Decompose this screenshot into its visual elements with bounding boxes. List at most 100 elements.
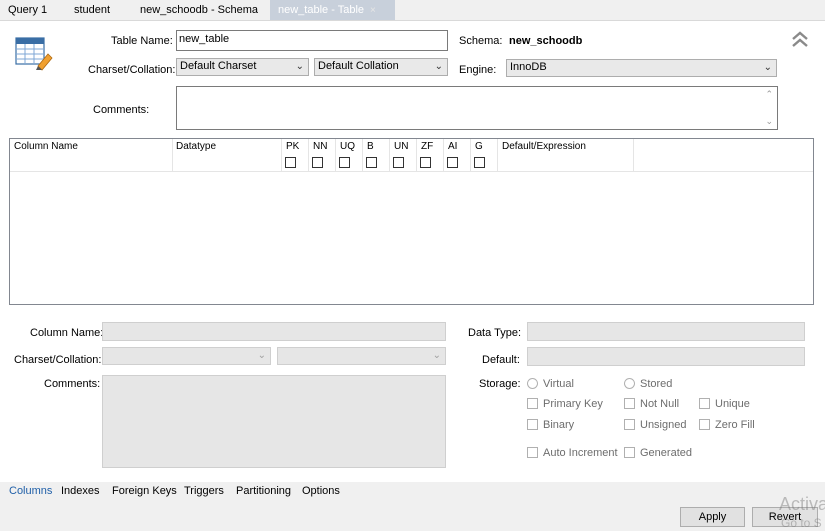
collation-select[interactable]: Default Collation ⌄ (314, 58, 448, 76)
charset-select[interactable]: Default Charset ⌄ (176, 58, 309, 76)
charset-collation-label: Charset/Collation: (88, 64, 176, 76)
col-header-uq[interactable]: UQ (340, 141, 355, 152)
col-separator[interactable] (362, 139, 363, 171)
table-name-input[interactable]: new_table (176, 30, 448, 51)
ai-all-checkbox[interactable] (447, 157, 458, 168)
col-separator[interactable] (633, 139, 634, 171)
zero-fill-label: Zero Fill (715, 419, 755, 431)
detail-data-type-input[interactable] (527, 322, 805, 341)
detail-charset-select[interactable]: ⌄ (102, 347, 271, 365)
schema-label: Schema: (459, 35, 503, 47)
col-header-zf[interactable]: ZF (421, 141, 433, 152)
engine-label: Engine: (459, 64, 497, 76)
tab-student[interactable]: student (66, 0, 118, 20)
col-header-b[interactable]: B (367, 141, 374, 152)
tab-schema[interactable]: new_schoodb - Schema (132, 0, 266, 20)
not-null-checkbox[interactable] (624, 398, 635, 409)
watermark-line2: Go to S (781, 516, 822, 530)
col-header-pk[interactable]: PK (286, 141, 299, 152)
col-header-nn[interactable]: NN (313, 141, 327, 152)
tab-label: new_table - Table (278, 4, 365, 16)
tab-indexes[interactable]: Indexes (61, 485, 100, 497)
detail-comments-textarea[interactable] (102, 375, 446, 468)
auto-increment-label: Auto Increment (543, 447, 618, 459)
detail-charset-label: Charset/Collation: (14, 354, 102, 366)
tab-columns[interactable]: Columns (9, 485, 52, 497)
col-header-name[interactable]: Column Name (14, 141, 78, 152)
col-header-un[interactable]: UN (394, 141, 408, 152)
columns-grid[interactable]: Column Name Datatype PK NN UQ B UN ZF AI… (9, 138, 814, 305)
table-name-value: new_table (179, 33, 230, 45)
stored-radio[interactable] (624, 378, 635, 389)
binary-label: Binary (543, 419, 575, 431)
watermark-line1: Activa (779, 494, 825, 514)
col-separator[interactable] (308, 139, 309, 171)
detail-default-label: Default: (482, 354, 520, 366)
tab-label: student (74, 4, 111, 16)
col-header-ai[interactable]: AI (448, 141, 457, 152)
detail-default-input[interactable] (527, 347, 805, 366)
unique-checkbox[interactable] (699, 398, 710, 409)
tab-new-table[interactable]: new_table - Table × (270, 0, 395, 20)
tab-label: new_schoodb - Schema (140, 4, 259, 16)
generated-label: Generated (640, 447, 692, 459)
editor-tab-bar: Query 1 student new_schoodb - Schema new… (0, 0, 825, 21)
pk-all-checkbox[interactable] (285, 157, 296, 168)
col-separator[interactable] (335, 139, 336, 171)
col-header-g[interactable]: G (475, 141, 483, 152)
uq-all-checkbox[interactable] (339, 157, 350, 168)
g-all-checkbox[interactable] (474, 157, 485, 168)
unsigned-label: Unsigned (640, 419, 687, 431)
tab-close-icon[interactable]: × (370, 5, 376, 16)
virtual-label: Virtual (543, 378, 574, 390)
table-editor-icon (14, 36, 54, 72)
engine-select[interactable]: InnoDB ⌄ (506, 59, 777, 77)
b-all-checkbox[interactable] (366, 157, 377, 168)
col-separator[interactable] (497, 139, 498, 171)
generated-checkbox[interactable] (624, 447, 635, 458)
col-separator[interactable] (389, 139, 390, 171)
tab-triggers[interactable]: Triggers (184, 485, 224, 497)
virtual-radio[interactable] (527, 378, 538, 389)
col-separator[interactable] (281, 139, 282, 171)
collapse-up-icon[interactable] (791, 30, 809, 48)
auto-increment-checkbox[interactable] (527, 447, 538, 458)
grid-header: Column Name Datatype PK NN UQ B UN ZF AI… (10, 139, 813, 172)
col-header-default[interactable]: Default/Expression (502, 141, 586, 152)
comments-label: Comments: (93, 104, 150, 116)
tab-label: Query 1 (8, 4, 48, 16)
unsigned-checkbox[interactable] (624, 419, 635, 430)
col-separator[interactable] (416, 139, 417, 171)
detail-column-name-input[interactable] (102, 322, 446, 341)
tab-partitioning[interactable]: Partitioning (236, 485, 291, 497)
not-null-label: Not Null (640, 398, 680, 410)
col-separator[interactable] (443, 139, 444, 171)
apply-button[interactable]: Apply (680, 507, 745, 527)
col-separator[interactable] (470, 139, 471, 171)
col-header-datatype[interactable]: Datatype (176, 141, 216, 152)
nn-all-checkbox[interactable] (312, 157, 323, 168)
tab-options[interactable]: Options (302, 485, 340, 497)
stored-label: Stored (640, 378, 673, 390)
primary-key-checkbox[interactable] (527, 398, 538, 409)
chevron-down-icon: ⌄ (432, 350, 441, 361)
tab-query-1[interactable]: Query 1 (0, 0, 55, 20)
detail-data-type-label: Data Type: (468, 327, 521, 339)
detail-column-name-label: Column Name: (30, 327, 104, 339)
detail-collation-select[interactable]: ⌄ (277, 347, 446, 365)
engine-value: InnoDB (510, 61, 547, 73)
comments-textarea[interactable]: ⌃ ⌄ (176, 86, 778, 130)
primary-key-label: Primary Key (543, 398, 603, 410)
scroll-down-icon[interactable]: ⌄ (765, 116, 773, 127)
un-all-checkbox[interactable] (393, 157, 404, 168)
editor-section-tabs: Columns Indexes Foreign Keys Triggers Pa… (0, 482, 825, 500)
zero-fill-checkbox[interactable] (699, 419, 710, 430)
binary-checkbox[interactable] (527, 419, 538, 430)
chevron-down-icon: ⌄ (295, 61, 304, 72)
scroll-up-icon[interactable]: ⌃ (765, 89, 773, 100)
chevron-down-icon: ⌄ (763, 62, 772, 73)
col-separator[interactable] (172, 139, 173, 171)
table-name-label: Table Name: (111, 35, 173, 47)
zf-all-checkbox[interactable] (420, 157, 431, 168)
tab-foreign-keys[interactable]: Foreign Keys (112, 485, 177, 497)
